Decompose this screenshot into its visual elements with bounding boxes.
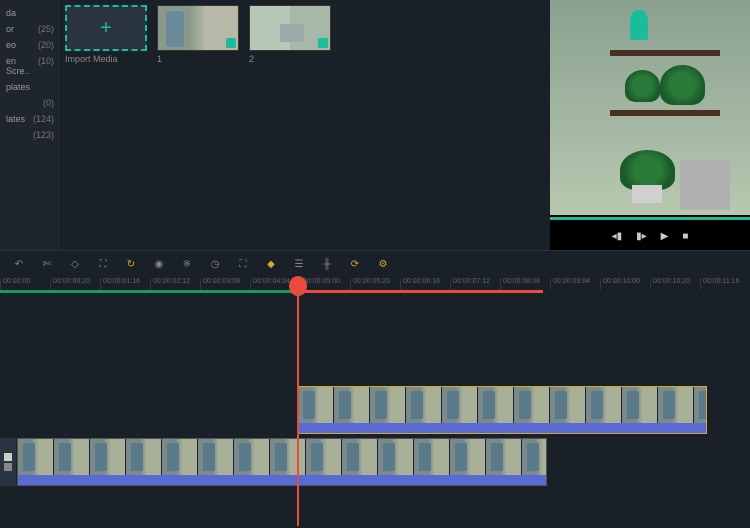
ruler-tick: 00:00:05:20	[350, 278, 400, 290]
ruler-tick: 00:00:11:16	[700, 278, 750, 290]
import-label: Import Media	[65, 54, 147, 64]
preview-video[interactable]	[550, 0, 750, 215]
ruler-tick: 00:00:02:12	[150, 278, 200, 290]
thumb-label: 2	[249, 54, 331, 64]
settings-button[interactable]: ⚙	[376, 258, 390, 272]
media-panel: + Import Media 1 2	[60, 0, 550, 250]
preview-controls: ◂▮ ▮▸ ▶ ■	[550, 231, 750, 242]
timeline-ruler[interactable]: 00:00:0000:00:00:2000:00:01:1600:00:02:1…	[0, 278, 750, 290]
ruler-tick: 00:00:06:16	[400, 278, 450, 290]
sidebar-item[interactable]: da	[0, 5, 60, 21]
check-icon	[318, 38, 328, 48]
focus-button[interactable]: ⛶	[236, 258, 250, 272]
sidebar-item[interactable]: lates(124)	[0, 111, 60, 127]
ruler-tick: 00:00:10:00	[600, 278, 650, 290]
check-icon	[226, 38, 236, 48]
marker-range-green[interactable]	[0, 290, 295, 293]
thumb-label: 1	[157, 54, 239, 64]
sidebar-item[interactable]: en Scre..(10)	[0, 53, 60, 79]
video-clip[interactable]	[17, 438, 547, 486]
sidebar-item[interactable]: (0)	[0, 95, 60, 111]
ruler-tick: 00:00:09:04	[550, 278, 600, 290]
ruler-tick: 00:00:00	[0, 278, 50, 290]
media-clip-2[interactable]: 2	[249, 5, 331, 64]
ruler-tick: 00:00:01:16	[100, 278, 150, 290]
playhead[interactable]	[297, 278, 299, 526]
sidebar-item[interactable]: eo(20)	[0, 37, 60, 53]
timeline-toolbar: ↶ ✄ ◇ ⛶ ↻ ◉ ※ ◷ ⛶ ◆ ☰ ╫ ⟳ ⚙	[0, 250, 750, 278]
speed-button[interactable]: ◉	[152, 258, 166, 272]
timeline: 00:00:0000:00:00:2000:00:01:1600:00:02:1…	[0, 278, 750, 526]
sidebar-item[interactable]: or(25)	[0, 21, 60, 37]
plus-icon: +	[100, 17, 112, 40]
play-button[interactable]: ▶	[661, 231, 669, 242]
fx-button[interactable]: ※	[180, 258, 194, 272]
tag-button[interactable]: ◇	[68, 258, 82, 272]
video-clip[interactable]	[297, 386, 707, 434]
import-media-button[interactable]: + Import Media	[65, 5, 147, 64]
media-clip-1[interactable]: 1	[157, 5, 239, 64]
cut-button[interactable]: ✄	[40, 258, 54, 272]
preview-progress[interactable]	[550, 217, 750, 220]
track-header[interactable]	[0, 438, 16, 486]
reload-button[interactable]: ↻	[124, 258, 138, 272]
refresh-button[interactable]: ⟳	[348, 258, 362, 272]
sidebar: da or(25) eo(20) en Scre..(10) plates (0…	[0, 0, 60, 250]
timeline-tracks	[0, 296, 750, 526]
sidebar-item[interactable]: (123)	[0, 127, 60, 143]
sidebar-item[interactable]: plates	[0, 79, 60, 95]
crop-button[interactable]: ⛶	[96, 258, 110, 272]
prev-frame-button[interactable]: ◂▮	[612, 231, 623, 242]
list-button[interactable]: ☰	[292, 258, 306, 272]
next-frame-button[interactable]: ▮▸	[636, 231, 647, 242]
ruler-tick: 00:00:08:08	[500, 278, 550, 290]
undo-button[interactable]: ↶	[12, 258, 26, 272]
stop-button[interactable]: ■	[682, 231, 688, 242]
ruler-tick: 00:00:05:00	[300, 278, 350, 290]
marker-button[interactable]: ◆	[264, 258, 278, 272]
preview-panel: ◂▮ ▮▸ ▶ ■	[550, 0, 750, 250]
ruler-tick: 00:00:03:08	[200, 278, 250, 290]
ruler-tick: 00:00:00:20	[50, 278, 100, 290]
marker-range-red[interactable]	[295, 290, 543, 293]
adjust-button[interactable]: ╫	[320, 258, 334, 272]
ruler-tick: 00:00:10:20	[650, 278, 700, 290]
timer-button[interactable]: ◷	[208, 258, 222, 272]
ruler-tick: 00:00:07:12	[450, 278, 500, 290]
